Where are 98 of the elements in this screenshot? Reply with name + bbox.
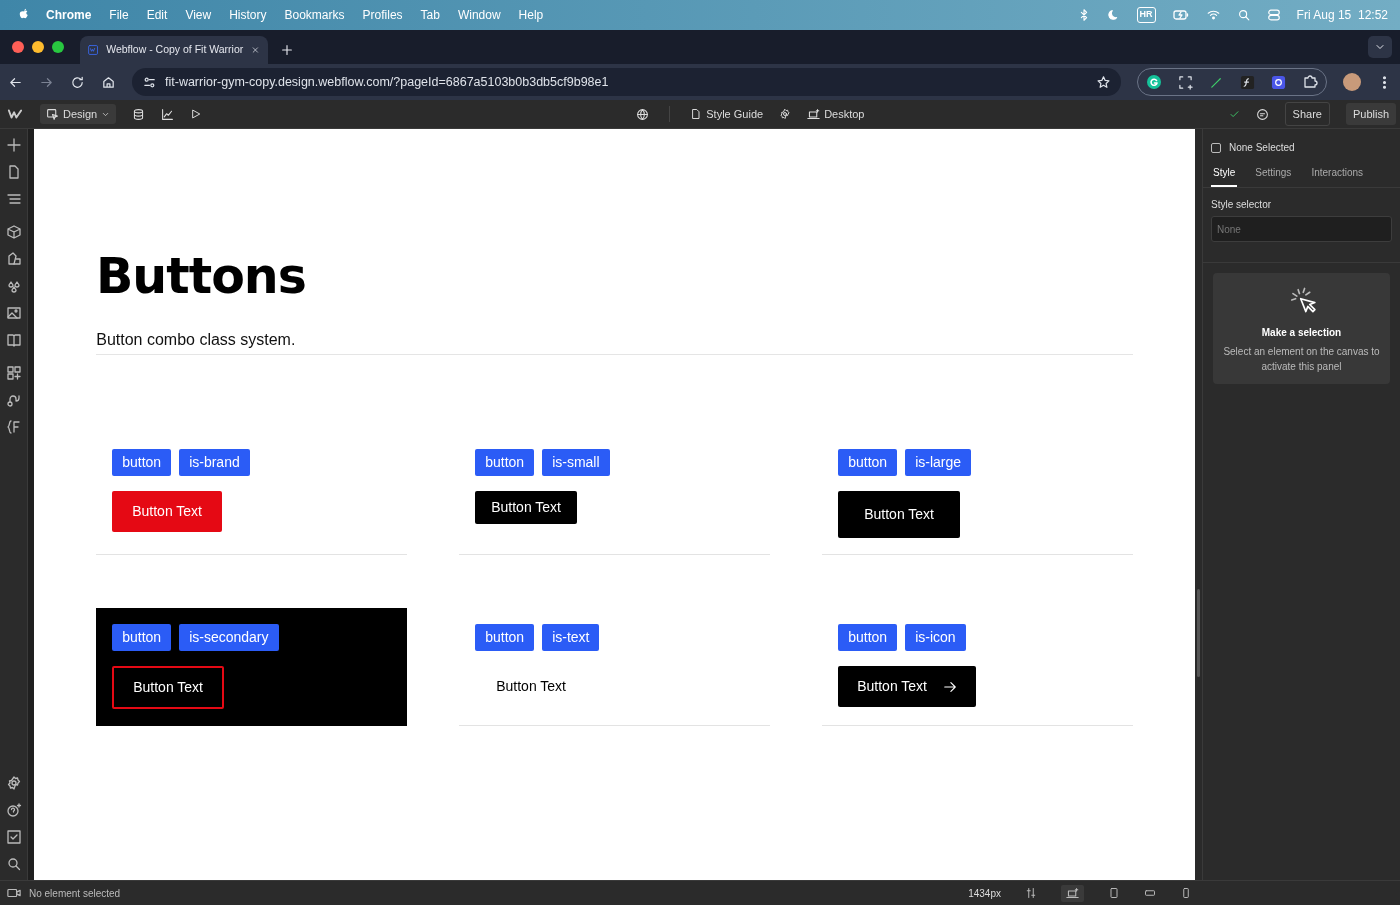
star-icon[interactable] bbox=[1096, 74, 1111, 90]
database-icon[interactable] bbox=[132, 107, 146, 121]
menu-item[interactable]: Help bbox=[518, 6, 544, 24]
video-icon[interactable] bbox=[7, 886, 21, 900]
settings-icon[interactable] bbox=[779, 108, 792, 120]
sample-button[interactable]: Button Text bbox=[112, 666, 224, 709]
menu-item[interactable]: Window bbox=[457, 6, 501, 24]
chart-icon[interactable] bbox=[161, 107, 175, 121]
class-tag: is-text bbox=[542, 624, 600, 651]
style-selector-field[interactable]: None bbox=[1211, 216, 1392, 242]
webflow-favicon bbox=[88, 43, 99, 57]
breakpoint-selector[interactable]: Desktop bbox=[807, 105, 865, 123]
screenshot-extension-icon[interactable] bbox=[1178, 74, 1193, 90]
desktop-view-button[interactable] bbox=[1061, 884, 1084, 902]
canvas-width: 1434px bbox=[968, 886, 1001, 901]
sample-button[interactable]: Button Text bbox=[112, 491, 222, 532]
minimize-dot[interactable] bbox=[32, 41, 44, 53]
tab-title: Webflow - Copy of Fit Warrior bbox=[106, 42, 244, 58]
panel-tab[interactable]: Interactions bbox=[1309, 165, 1366, 187]
class-tag: button bbox=[112, 624, 172, 651]
search-icon[interactable] bbox=[5, 856, 22, 872]
empty-state-text: Select an element on the canvas to activate this panel bbox=[1223, 345, 1380, 374]
cursor-icon bbox=[46, 107, 59, 121]
menu-item[interactable]: History bbox=[229, 6, 267, 24]
class-tag: button bbox=[112, 449, 172, 476]
image-icon[interactable] bbox=[5, 305, 22, 321]
class-tag: button bbox=[838, 624, 898, 651]
function-extension-icon[interactable] bbox=[1240, 74, 1255, 90]
page-heading: Buttons bbox=[96, 251, 308, 301]
cube-icon[interactable] bbox=[5, 224, 22, 240]
menu-item[interactable]: Tab bbox=[420, 6, 440, 24]
app-menu[interactable]: Chrome bbox=[46, 6, 92, 24]
apps-icon[interactable] bbox=[5, 365, 22, 381]
book-icon[interactable] bbox=[5, 332, 22, 348]
class-tag: button bbox=[475, 624, 535, 651]
empty-state-title: Make a selection bbox=[1260, 326, 1343, 340]
status-text: No element selected bbox=[29, 886, 121, 901]
grammar-extension-icon[interactable] bbox=[1146, 74, 1162, 90]
check-icon[interactable] bbox=[1228, 108, 1240, 120]
field-label: Style selector bbox=[1211, 198, 1273, 212]
help-icon[interactable] bbox=[5, 802, 22, 818]
sample-button[interactable]: Button Text bbox=[475, 666, 587, 707]
zoom-dot[interactable] bbox=[52, 41, 64, 53]
desktop-icon bbox=[1066, 886, 1079, 900]
battery-icon[interactable] bbox=[1171, 7, 1190, 23]
checkbox[interactable] bbox=[1211, 142, 1221, 153]
menu-item[interactable]: File bbox=[109, 6, 129, 24]
variables-icon[interactable] bbox=[5, 419, 22, 435]
class-tag: is-icon bbox=[905, 624, 966, 651]
class-tag: is-secondary bbox=[179, 624, 279, 651]
landscape-phone-icon[interactable] bbox=[1144, 887, 1156, 899]
menu-item[interactable]: Bookmarks bbox=[284, 6, 345, 24]
gear-extension-icon[interactable] bbox=[1271, 74, 1286, 90]
menu-item[interactable]: Edit bbox=[146, 6, 168, 24]
panel-tab[interactable]: Style bbox=[1211, 165, 1238, 187]
settings-icon[interactable] bbox=[5, 775, 22, 791]
new-tab-icon[interactable] bbox=[280, 43, 294, 57]
sample-button[interactable]: Button Text bbox=[475, 491, 577, 524]
reload-icon[interactable] bbox=[70, 74, 85, 90]
sample-button[interactable]: Button Text bbox=[838, 666, 976, 707]
page-subtitle: Button combo class system. bbox=[96, 328, 1134, 355]
comment-icon[interactable] bbox=[1255, 107, 1269, 121]
publish-button[interactable]: Publish bbox=[1345, 102, 1396, 126]
class-tag: button bbox=[475, 449, 535, 476]
path-icon[interactable] bbox=[5, 392, 22, 408]
sample-button[interactable]: Button Text bbox=[838, 491, 960, 538]
class-tag: is-small bbox=[542, 449, 610, 476]
home-icon[interactable] bbox=[101, 74, 116, 90]
tab-search-button[interactable] bbox=[1368, 36, 1392, 58]
menu-item[interactable]: View bbox=[185, 6, 212, 24]
add-icon[interactable] bbox=[5, 137, 22, 153]
close-dot[interactable] bbox=[12, 41, 24, 53]
class-tag: is-large bbox=[905, 449, 972, 476]
desktop-icon bbox=[807, 107, 821, 121]
class-tag: button bbox=[838, 449, 898, 476]
webflow-logo[interactable] bbox=[6, 107, 24, 121]
tablet-icon[interactable] bbox=[1108, 887, 1120, 899]
adjust-icon[interactable] bbox=[1025, 887, 1037, 899]
class-tag: is-brand bbox=[179, 449, 250, 476]
mode-dropdown[interactable]: Design bbox=[40, 103, 117, 125]
puzzle-icon[interactable] bbox=[1302, 74, 1318, 90]
play-icon[interactable] bbox=[190, 108, 203, 120]
selection-label: None Selected bbox=[1229, 141, 1295, 155]
panel-tab[interactable]: Settings bbox=[1253, 165, 1294, 187]
globe-icon[interactable] bbox=[636, 107, 650, 121]
page-selector[interactable]: Style Guide bbox=[690, 105, 764, 123]
checkbox-icon[interactable] bbox=[5, 829, 22, 845]
page-icon bbox=[690, 108, 703, 120]
phone-icon[interactable] bbox=[1180, 887, 1192, 899]
toggle-icon[interactable] bbox=[1266, 8, 1281, 22]
menu-item[interactable]: Profiles bbox=[362, 6, 403, 24]
avatar[interactable] bbox=[1343, 73, 1361, 91]
navigator-icon[interactable] bbox=[5, 191, 22, 207]
close-icon[interactable] bbox=[251, 44, 260, 56]
wifi-icon[interactable] bbox=[1205, 8, 1221, 22]
browser-tab[interactable]: Webflow - Copy of Fit Warrior bbox=[80, 36, 268, 64]
arrow-right-icon bbox=[943, 679, 957, 694]
share-button[interactable]: Share bbox=[1284, 101, 1330, 127]
